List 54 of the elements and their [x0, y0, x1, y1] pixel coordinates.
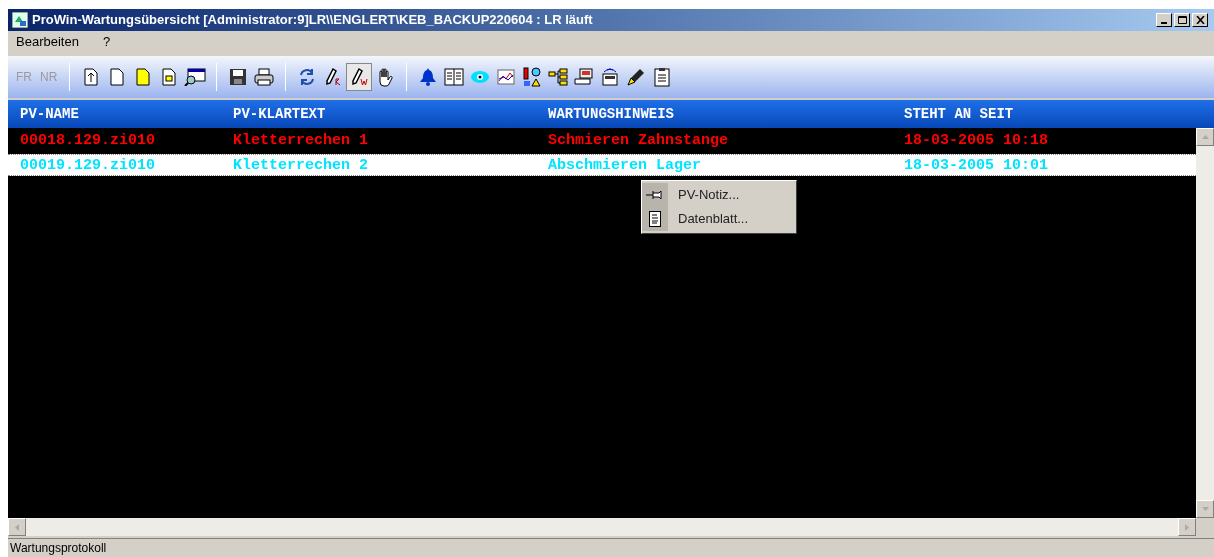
- scroll-up-button[interactable]: [1196, 128, 1214, 146]
- table-cell-text: 18-03-2005 10:01: [904, 156, 1050, 176]
- tree-icon: [548, 68, 569, 86]
- vertical-scrollbar[interactable]: [1196, 128, 1214, 518]
- document-icon: [162, 68, 177, 86]
- column-header: WARTUNGSHINWEIS: [548, 104, 676, 124]
- monitor-magnifier-icon: [184, 68, 207, 86]
- pen-icon: [349, 67, 370, 87]
- horizontal-scrollbar[interactable]: [8, 518, 1196, 536]
- menu-item[interactable]: ?: [98, 32, 115, 52]
- maximize-button[interactable]: [1174, 13, 1190, 27]
- eye-icon: [470, 70, 491, 84]
- line-chart-icon: [497, 69, 516, 85]
- table-cell-text: 18-03-2005 10:18: [904, 131, 1050, 151]
- document-icon: [110, 68, 125, 86]
- table-cell-text: 00018.129.zi010: [20, 131, 157, 151]
- scroll-right-button[interactable]: [1178, 518, 1196, 536]
- menu-item[interactable]: Bearbeiten: [12, 32, 83, 52]
- table-cell-text: Kletterrechen 1: [233, 131, 370, 151]
- printer-icon: [254, 68, 275, 86]
- window-title: ProWin-Wartungsübersicht [Administrator:9]LR\\ENGLERT\KEB_BACKUP220604 : LR läuft: [32, 11, 593, 30]
- left-arrow-icon: [15, 523, 19, 531]
- down-arrow-icon: [1201, 507, 1209, 511]
- upload-document-icon: [84, 68, 99, 86]
- toolbar-button[interactable]: [346, 63, 373, 91]
- menu-item[interactable]: Datenblatt...: [642, 207, 796, 231]
- device-signal-icon: [600, 67, 621, 87]
- right-arrow-icon: [1185, 523, 1189, 531]
- minimize-button[interactable]: [1156, 13, 1172, 27]
- scroll-left-button[interactable]: [8, 518, 26, 536]
- shapes-icon: [522, 67, 543, 87]
- scroll-down-button[interactable]: [1196, 500, 1214, 518]
- column-header: PV-KLARTEXT: [233, 104, 327, 124]
- table-cell-text: Abschmieren Lager: [548, 156, 703, 176]
- up-arrow-icon: [1201, 135, 1209, 139]
- document-icon: [136, 68, 151, 86]
- column-header: PV-NAME: [20, 104, 80, 124]
- clipboard-icon: [654, 67, 671, 87]
- pushpin-icon: [645, 189, 665, 201]
- hand-icon: [376, 67, 395, 87]
- bell-icon: [419, 67, 438, 87]
- close-icon: [1195, 16, 1205, 24]
- table-cell-text: 00019.129.zi010: [20, 156, 157, 176]
- table-cell-text: Schmieren Zahnstange: [548, 131, 730, 151]
- maximize-icon: [1177, 16, 1187, 24]
- app-icon: [12, 12, 28, 28]
- status-text: Wartungsprotokoll: [10, 540, 107, 557]
- book-icon: [444, 68, 465, 86]
- menu-item[interactable]: PV-Notiz...: [642, 183, 796, 207]
- column-header: STEHT AN SEIT: [904, 104, 1015, 124]
- close-button[interactable]: [1192, 13, 1208, 27]
- marker-icon: [626, 67, 647, 87]
- table-cell-text: Kletterrechen 2: [233, 156, 370, 176]
- document-icon: [649, 211, 661, 227]
